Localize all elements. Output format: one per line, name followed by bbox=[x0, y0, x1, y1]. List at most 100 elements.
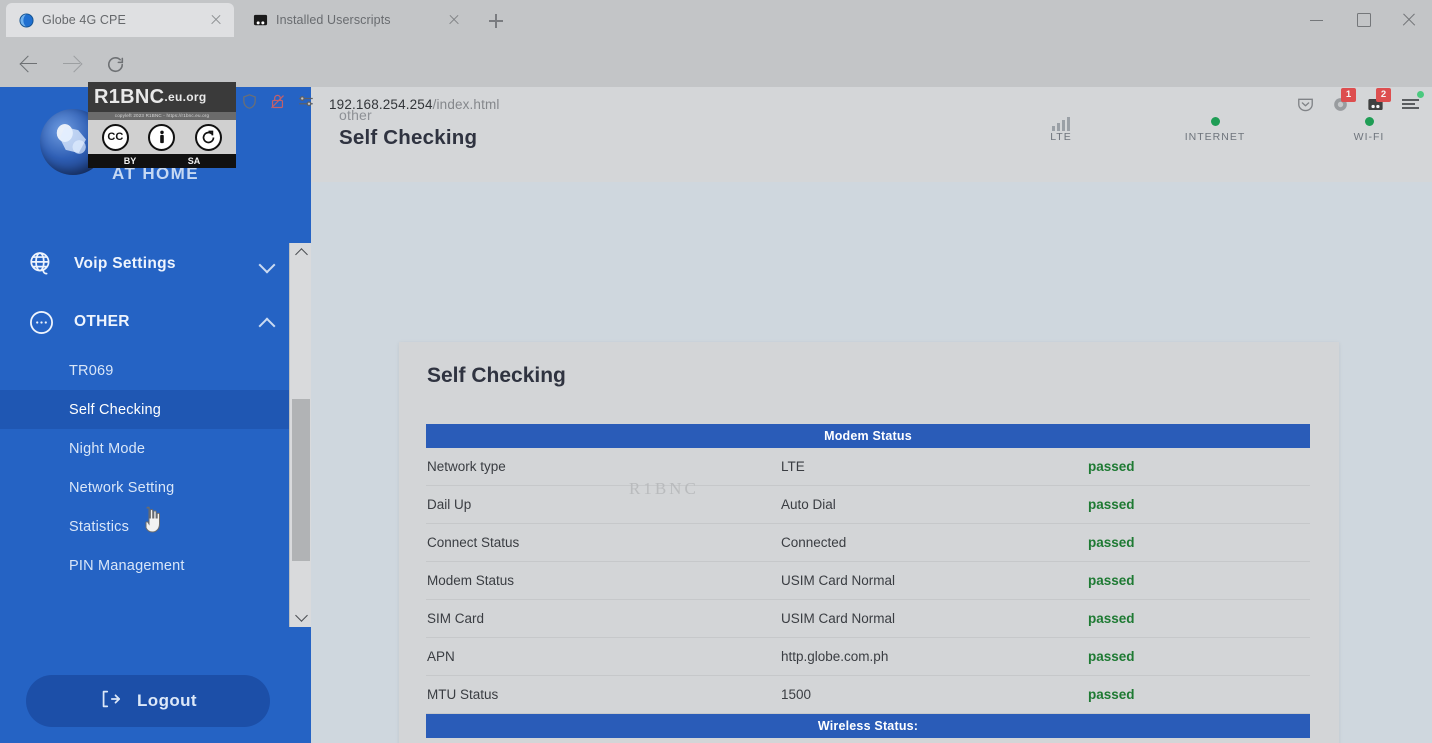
sidebar-item-statistics[interactable]: Statistics bbox=[0, 507, 294, 546]
row-status: passed bbox=[1088, 687, 1135, 702]
row-value: USIM Card Normal bbox=[781, 573, 896, 588]
sidebar-item-night-mode[interactable]: Night Mode bbox=[0, 429, 294, 468]
forward-button[interactable] bbox=[50, 47, 94, 81]
tab-installed-userscripts[interactable]: Installed Userscripts bbox=[240, 3, 472, 37]
close-icon[interactable] bbox=[208, 12, 224, 28]
row-status: passed bbox=[1088, 497, 1135, 512]
sidebar-group-label: OTHER bbox=[74, 313, 130, 330]
self-checking-card: Self Checking Modem Status Network type … bbox=[399, 342, 1339, 743]
screenshot-root: AT HOME Voip Settings OTHER TR069 Self C… bbox=[0, 0, 1432, 743]
row-name: Modem Status bbox=[427, 573, 515, 588]
maximize-button[interactable] bbox=[1340, 0, 1386, 40]
status-label: INTERNET bbox=[1184, 131, 1246, 143]
sidebar-item-label: Network Setting bbox=[69, 479, 175, 496]
sidebar-item-label: Night Mode bbox=[69, 440, 146, 457]
sidebar-item-label: TR069 bbox=[69, 362, 114, 379]
extension-icon-2[interactable]: 2 bbox=[1360, 88, 1391, 119]
section-header-modem-status: Modem Status bbox=[426, 424, 1310, 448]
router-sidebar: AT HOME Voip Settings OTHER TR069 Self C… bbox=[0, 87, 311, 743]
lock-crossed-icon[interactable] bbox=[269, 93, 286, 115]
close-icon[interactable] bbox=[446, 12, 462, 28]
logout-area: Logout bbox=[0, 657, 294, 743]
url-path: /index.html bbox=[432, 96, 500, 112]
sidebar-item-network-setting[interactable]: Network Setting bbox=[0, 468, 294, 507]
close-window-button[interactable] bbox=[1386, 0, 1432, 40]
new-tab-button[interactable] bbox=[484, 9, 508, 33]
sidebar-item-pin-management[interactable]: PIN Management bbox=[0, 546, 294, 585]
browser-viewport: AT HOME Voip Settings OTHER TR069 Self C… bbox=[0, 87, 1432, 743]
sidebar-scrollbar[interactable] bbox=[289, 243, 311, 627]
scrollbar-thumb[interactable] bbox=[292, 399, 310, 561]
sidebar-group-other[interactable]: OTHER bbox=[0, 293, 294, 351]
extension-badge: 2 bbox=[1376, 88, 1391, 102]
row-status: passed bbox=[1088, 611, 1135, 626]
row-value: http.globe.com.ph bbox=[781, 649, 889, 664]
table-row: Connect Status Connected passed bbox=[426, 524, 1310, 562]
page-body: Self Checking Modem Status Network type … bbox=[311, 182, 1432, 743]
card-title: Self Checking bbox=[427, 364, 566, 387]
minimize-button[interactable] bbox=[1294, 0, 1340, 40]
url-host: 192.168.254.254 bbox=[329, 96, 433, 112]
section-header-wireless-status: Wireless Status: bbox=[426, 714, 1310, 738]
row-status: passed bbox=[1088, 535, 1135, 550]
row-value: Auto Dial bbox=[781, 497, 836, 512]
pocket-icon[interactable] bbox=[1290, 89, 1321, 119]
row-name: Network type bbox=[427, 459, 506, 474]
extension-icon[interactable]: 1 bbox=[1325, 88, 1356, 119]
sidebar-item-tr069[interactable]: TR069 bbox=[0, 351, 294, 390]
logout-label: Logout bbox=[137, 691, 197, 710]
update-indicator-dot bbox=[1417, 91, 1424, 98]
url-text[interactable]: 192.168.254.254/index.html bbox=[329, 97, 500, 112]
row-value: USIM Card Normal bbox=[781, 611, 896, 626]
back-button[interactable] bbox=[6, 47, 50, 81]
table-row: Modem Status USIM Card Normal passed bbox=[426, 562, 1310, 600]
row-name: Connect Status bbox=[427, 535, 520, 550]
row-status: passed bbox=[1088, 459, 1135, 474]
chevron-up-icon[interactable] bbox=[258, 313, 276, 331]
logout-icon bbox=[99, 688, 121, 715]
table-row: APN http.globe.com.ph passed bbox=[426, 638, 1310, 676]
sidebar-group-label: Voip Settings bbox=[74, 255, 176, 272]
extension-badge: 1 bbox=[1341, 88, 1356, 102]
window-controls bbox=[1294, 0, 1432, 40]
browser-chrome: Globe 4G CPE Installed Userscripts 192.1… bbox=[0, 0, 1432, 112]
chevron-down-icon[interactable] bbox=[258, 255, 276, 273]
sidebar-item-label: Statistics bbox=[69, 518, 130, 535]
row-name: SIM Card bbox=[427, 611, 485, 626]
row-status: passed bbox=[1088, 573, 1135, 588]
scroll-up-arrow-icon[interactable] bbox=[290, 243, 312, 263]
row-value: 1500 bbox=[781, 687, 812, 702]
page-title: Self Checking bbox=[339, 126, 478, 149]
tab-globe-4g-cpe[interactable]: Globe 4G CPE bbox=[6, 3, 234, 37]
row-name: MTU Status bbox=[427, 687, 499, 702]
globe-network-icon bbox=[26, 249, 56, 279]
shield-icon[interactable] bbox=[241, 93, 258, 115]
status-label: WI-FI bbox=[1353, 131, 1385, 143]
tracking-protection-icon[interactable] bbox=[297, 94, 315, 114]
table-row: SIM Card USIM Card Normal passed bbox=[426, 600, 1310, 638]
sidebar-item-label: Self Checking bbox=[69, 401, 162, 418]
row-value: LTE bbox=[781, 459, 805, 474]
dots-circle-icon bbox=[26, 307, 56, 337]
sidebar-group-voip-settings[interactable]: Voip Settings bbox=[0, 235, 294, 293]
table-row: Dail Up Auto Dial passed bbox=[426, 486, 1310, 524]
logout-button[interactable]: Logout bbox=[26, 675, 270, 727]
row-value: Connected bbox=[781, 535, 847, 550]
sidebar-item-label: PIN Management bbox=[69, 557, 185, 574]
tab-title: Globe 4G CPE bbox=[42, 13, 126, 27]
sidebar-brand-title: AT HOME bbox=[112, 164, 199, 183]
table-row: PLMN 51566 passed bbox=[426, 738, 1310, 743]
scroll-down-arrow-icon[interactable] bbox=[290, 607, 312, 627]
reload-button[interactable] bbox=[94, 47, 138, 81]
tab-title: Installed Userscripts bbox=[276, 13, 391, 27]
script-favicon-icon bbox=[252, 12, 268, 28]
url-bar[interactable]: 192.168.254.254/index.html bbox=[236, 89, 1292, 119]
navigation-toolbar: 192.168.254.254/index.html 1 2 bbox=[0, 40, 1432, 112]
row-name: Dail Up bbox=[427, 497, 472, 512]
globe-favicon-icon bbox=[18, 12, 34, 28]
self-checking-table: Modem Status Network type LTE passed Dai… bbox=[426, 424, 1310, 743]
sidebar-item-self-checking[interactable]: Self Checking bbox=[0, 390, 294, 429]
app-menu-icon[interactable] bbox=[1395, 89, 1426, 119]
router-page: other Self Checking LTE INTERNET WI-FI S… bbox=[311, 87, 1432, 743]
toolbar-right-icons: 1 2 bbox=[1290, 88, 1426, 119]
